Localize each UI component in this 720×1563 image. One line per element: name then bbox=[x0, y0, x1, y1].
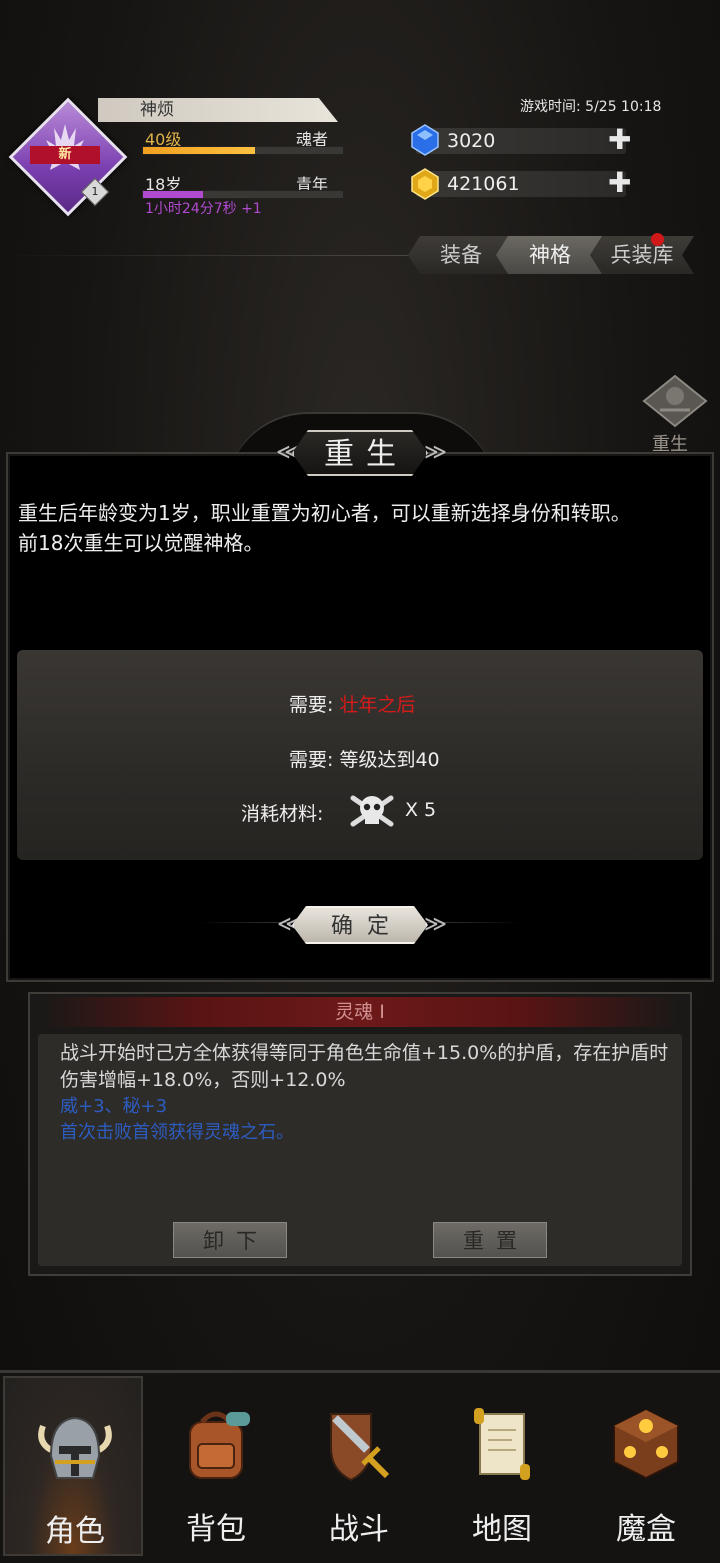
reset-button[interactable]: 重置 bbox=[433, 1222, 547, 1258]
gem-amount: 3020 bbox=[447, 130, 496, 152]
soul-description: 战斗开始时己方全体获得等同于角色生命值+15.0%的护盾，存在护盾时伤害增幅+1… bbox=[60, 1040, 680, 1146]
nav-backpack[interactable]: 背包 bbox=[146, 1376, 286, 1556]
nav-magic-box[interactable]: 魔盒 bbox=[576, 1376, 716, 1556]
add-gems-button[interactable]: ✚ bbox=[608, 126, 631, 154]
nav-magic-box-label: 魔盒 bbox=[616, 1512, 676, 1547]
requirement-stage: 需要: 壮年之后 bbox=[289, 690, 415, 717]
age-bar-fill bbox=[143, 191, 203, 198]
cost-quantity: X 5 bbox=[405, 799, 437, 821]
magic-box-icon bbox=[613, 1408, 679, 1480]
scroll-map-icon bbox=[474, 1408, 530, 1480]
nav-character[interactable]: 角色 bbox=[3, 1376, 143, 1556]
game-time: 游戏时间: 5/25 10:18 bbox=[520, 99, 662, 115]
cost-label: 消耗材料: bbox=[241, 803, 324, 825]
avatar-level-number: 1 bbox=[91, 185, 99, 198]
exp-bar bbox=[142, 146, 344, 155]
tab-armory[interactable]: 兵装库 bbox=[590, 236, 694, 274]
nav-battle-label: 战斗 bbox=[329, 1512, 389, 1547]
rebirth-icon[interactable] bbox=[640, 374, 710, 428]
rebirth-description: 重生后年龄变为1岁，职业重置为初心者，可以重新选择身份和转职。 前18次重生可以… bbox=[18, 498, 698, 558]
requirement-stage-value: 壮年之后 bbox=[339, 694, 416, 716]
soul-bonus: 威+3、秘+3 bbox=[60, 1096, 168, 1117]
rebirth-description-line1: 重生后年龄变为1岁，职业重置为初心者，可以重新选择身份和转职。 bbox=[18, 501, 631, 525]
soul-effect-text: 战斗开始时己方全体获得等同于角色生命值+15.0%的护盾，存在护盾时伤害增幅+1… bbox=[60, 1042, 669, 1091]
nav-backpack-label: 背包 bbox=[186, 1512, 246, 1547]
confirm-button[interactable]: 确定 bbox=[292, 906, 428, 944]
age-timer: 1小时24分7秒 +1 bbox=[145, 201, 262, 217]
nav-character-label: 角色 bbox=[45, 1514, 105, 1549]
rebirth-title: 重生 bbox=[292, 430, 428, 476]
header-divider bbox=[0, 255, 420, 256]
soul-title: 灵魂 Ⅰ bbox=[42, 997, 678, 1027]
requirement-stage-prefix: 需要: bbox=[289, 694, 340, 716]
helmet-icon bbox=[38, 1416, 112, 1479]
rebirth-description-line2: 前18次重生可以觉醒神格。 bbox=[18, 531, 264, 555]
gold-coin-icon bbox=[411, 168, 439, 200]
requirement-level: 需要: 等级达到40 bbox=[289, 749, 440, 771]
unequip-button[interactable]: 卸下 bbox=[173, 1222, 287, 1258]
exp-bar-fill bbox=[143, 147, 255, 154]
nav-map[interactable]: 地图 bbox=[432, 1376, 572, 1556]
gold-amount: 421061 bbox=[447, 173, 520, 195]
character-name: 神烦 bbox=[98, 98, 338, 122]
add-gold-button[interactable]: ✚ bbox=[608, 169, 631, 197]
nav-battle[interactable]: 战斗 bbox=[289, 1376, 429, 1556]
backpack-icon bbox=[189, 1411, 250, 1479]
tab-divinity[interactable]: 神格 bbox=[496, 236, 604, 274]
armory-notification-dot bbox=[651, 233, 664, 246]
soul-note: 首次击败首领获得灵魂之石。 bbox=[60, 1122, 294, 1143]
blue-gem-icon bbox=[411, 124, 439, 156]
skull-material-icon bbox=[350, 795, 394, 827]
new-badge: 新 bbox=[30, 146, 100, 164]
sword-shield-icon bbox=[330, 1413, 390, 1482]
nav-map-label: 地图 bbox=[472, 1512, 532, 1547]
